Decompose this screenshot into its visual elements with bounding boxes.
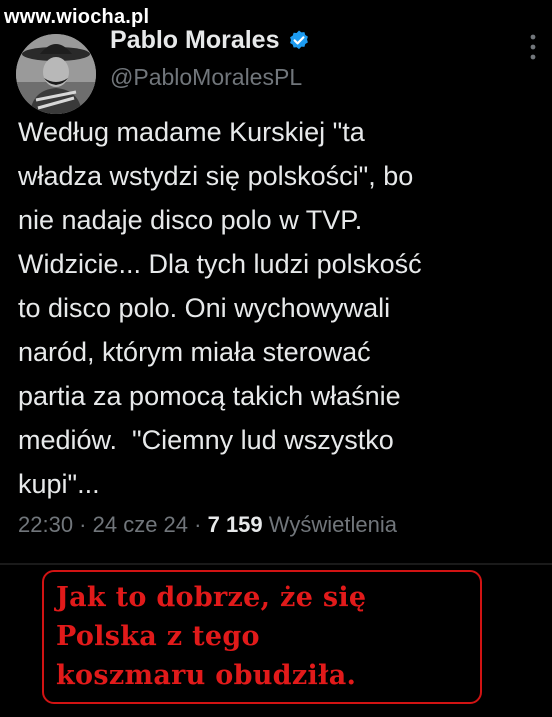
user-handle[interactable]: @PabloMoralesPL	[110, 64, 302, 91]
meta-separator: ·	[73, 512, 93, 537]
meta-separator: ·	[188, 512, 208, 537]
display-name-row: Pablo Morales	[110, 26, 311, 55]
tweet-time[interactable]: 22:30	[18, 512, 73, 537]
tweet-date[interactable]: 24 cze 24	[93, 512, 188, 537]
tweet-text-line: naród, którym miała sterować	[18, 337, 371, 367]
avatar-image	[16, 34, 96, 114]
avatar[interactable]	[16, 34, 96, 114]
views-count: 7 159	[207, 512, 263, 537]
display-name[interactable]: Pablo Morales	[110, 26, 280, 55]
tweet-text-line: Według madame Kurskiej "ta	[18, 117, 365, 147]
watermark: www.wiocha.pl	[4, 6, 150, 28]
tweet-text-line: partia za pomocą takich właśnie	[18, 381, 401, 411]
caption-box: Jak to dobrze, że się Polska z tego kosz…	[42, 570, 482, 704]
tweet-text-line: Widzicie... Dla tych ludzi polskość	[18, 249, 422, 279]
tweet-text-line: to disco polo. Oni wychowywali	[18, 293, 391, 323]
tweet-text-line: mediów. "Ciemny lud wszystko	[18, 425, 394, 455]
tweet-meta: 22:30 · 24 cze 24 · 7 159 Wyświetlenia	[18, 512, 397, 538]
verified-badge-icon	[287, 29, 311, 53]
more-vertical-icon[interactable]	[530, 34, 536, 60]
caption-line: koszmaru obudziła.	[56, 660, 357, 691]
tweet-text-line: władza wstydzi się polskości", bo	[18, 161, 414, 191]
caption-line: Polska z tego	[56, 621, 260, 652]
tweet-card: Pablo Morales @PabloMoralesPL Według mad…	[0, 0, 552, 560]
caption-line: Jak to dobrze, że się	[56, 582, 367, 613]
views-label: Wyświetlenia	[268, 512, 397, 537]
tweet-text-line: nie nadaje disco polo w TVP.	[18, 205, 363, 235]
tweet-text-line: kupi"...	[18, 469, 100, 499]
divider	[0, 563, 552, 565]
tweet-text: Według madame Kurskiej "ta władza wstydz…	[18, 110, 538, 506]
